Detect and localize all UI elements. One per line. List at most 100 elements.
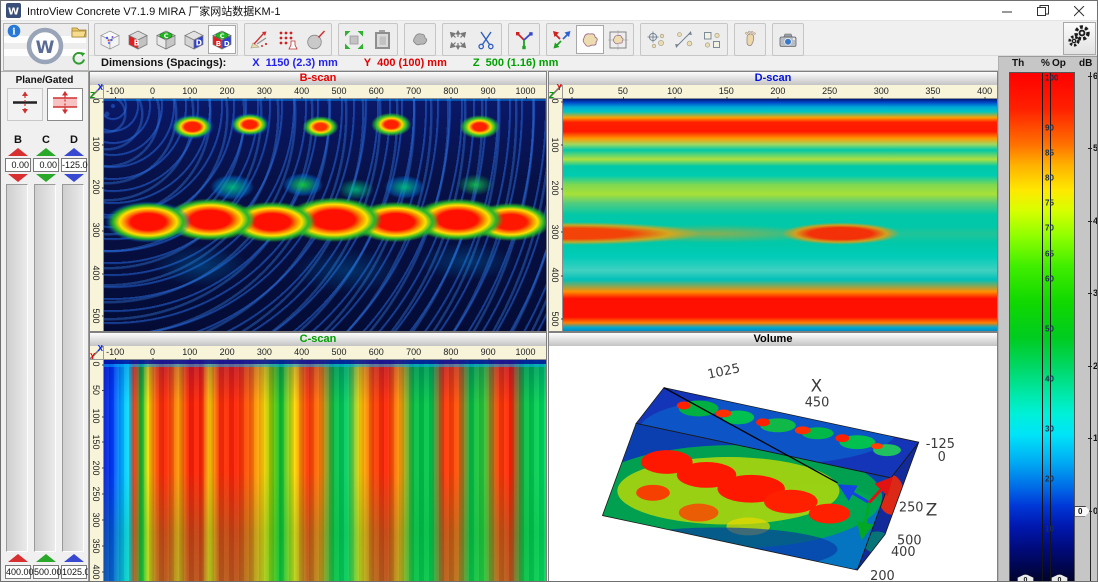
defect-frame-button[interactable] [604, 25, 632, 54]
plane-mode-icon [10, 89, 40, 121]
db-slider[interactable]: 0 [1074, 506, 1090, 517]
column-label: B [5, 134, 31, 146]
d-up-button[interactable] [64, 148, 84, 156]
axis-tick: 0 [91, 362, 101, 367]
view-volume-button[interactable] [96, 25, 124, 54]
axis-tick: 400 [91, 564, 101, 579]
plane-mode-button[interactable] [7, 88, 43, 121]
corner-h-axis-label: X [98, 83, 103, 92]
b-scan-axis-corner: XZ [90, 85, 104, 99]
toolbar-groups: BCDCBD [94, 23, 804, 56]
b-value-field[interactable]: 0.00 [5, 158, 31, 172]
d-slider-track[interactable] [62, 184, 84, 552]
b-max-up-button[interactable] [8, 554, 28, 562]
b-slider-track[interactable] [6, 184, 28, 552]
volume-3d-view[interactable]: 1025 X 450 -125 0 250 Z 500 400 200 [549, 346, 997, 582]
open-file-button[interactable] [70, 25, 87, 42]
axis-tick: 250 [91, 486, 101, 501]
direction-arrows-button[interactable] [548, 25, 576, 54]
volume-panel: Volume [548, 332, 998, 582]
target-shapes-icon [645, 29, 667, 51]
palette-arrows-icon [249, 29, 271, 51]
frame-icon [371, 29, 393, 51]
axis-tick: 100 [182, 86, 197, 96]
defect-shape-button[interactable] [576, 25, 604, 54]
palette-arrows-button[interactable] [246, 25, 274, 54]
axis-tick: 200 [220, 347, 235, 357]
align-squares-button[interactable] [698, 25, 726, 54]
cut-button[interactable] [472, 25, 500, 54]
axis-tick: 900 [481, 86, 496, 96]
logo-panel: W i [3, 23, 89, 71]
maximize-button[interactable] [1025, 1, 1061, 21]
pan-button[interactable] [444, 25, 472, 54]
db-scale: 6543210 0 [1075, 72, 1098, 582]
x-dimension: X1150 (2.3) mm [252, 57, 338, 69]
c-up-button[interactable] [36, 148, 56, 156]
axis-tick: 300 [257, 86, 272, 96]
slider-column-b: B 0.00 400.00 [5, 124, 31, 582]
scale-divider [1042, 73, 1043, 582]
c-scan-heatmap[interactable] [104, 360, 546, 582]
b-max-value-field[interactable]: 400.00 [5, 565, 31, 579]
view-c-scan-button[interactable]: C [152, 25, 180, 54]
svg-text:B: B [216, 39, 221, 47]
settings-button[interactable] [1063, 22, 1096, 55]
sphere-probe-button[interactable] [302, 25, 330, 54]
toolbar-group [508, 23, 540, 56]
c-max-value-field[interactable]: 500.00 [33, 565, 59, 579]
axis-tick: 0 [569, 86, 574, 96]
cube-bcd-icon: CBD [211, 29, 233, 51]
d-max-up-button[interactable] [64, 554, 84, 562]
d-down-button[interactable] [64, 174, 84, 182]
footprint-button[interactable] [736, 25, 764, 54]
shape-tool-button[interactable] [406, 25, 434, 54]
axis-tick: 50 [91, 385, 101, 395]
frame-view-button[interactable] [368, 25, 396, 54]
gated-mode-icon [50, 89, 80, 121]
align-vector-button[interactable] [670, 25, 698, 54]
dot-matrix-button[interactable] [274, 25, 302, 54]
view-d-scan-button[interactable]: D [180, 25, 208, 54]
b-scan-heatmap[interactable] [104, 99, 546, 331]
move-arrows-icon [447, 29, 469, 51]
toolbar-group [772, 23, 804, 56]
c-max-up-button[interactable] [36, 554, 56, 562]
align-points-button[interactable] [642, 25, 670, 54]
gated-mode-button[interactable] [47, 88, 83, 121]
info-button[interactable]: i [5, 25, 22, 42]
fit-to-window-button[interactable] [340, 25, 368, 54]
axis-tick: -100 [106, 347, 124, 357]
view-all-scans-button[interactable]: CBD [208, 25, 236, 54]
snapshot-button[interactable] [774, 25, 802, 54]
d-value-field[interactable]: -125.00 [61, 158, 87, 172]
percent-tick: 30 [1045, 425, 1054, 434]
axis-tick: 0 [150, 347, 155, 357]
cube-b-icon: B [127, 29, 149, 51]
minimize-button[interactable] [989, 1, 1025, 21]
cube-wire-icon [99, 29, 121, 51]
color-scale[interactable]: 100908580757065605040302010 [1009, 72, 1075, 582]
d-scan-panel: D-scan YZ 050100150200250300350400 01002… [548, 71, 998, 332]
axis-tick: 0 [550, 99, 560, 104]
b-down-button[interactable] [8, 174, 28, 182]
close-button[interactable] [1061, 1, 1097, 21]
b-scan-v-ruler: 0100200300400500 [90, 99, 104, 331]
refresh-icon [71, 51, 86, 71]
d-scan-heatmap[interactable] [563, 99, 997, 331]
view-b-scan-button[interactable]: B [124, 25, 152, 54]
cube-d-icon: D [183, 29, 205, 51]
axis-tick: 50 [618, 86, 628, 96]
d-max-value-field[interactable]: 1025.00 [61, 565, 87, 579]
b-up-button[interactable] [8, 148, 28, 156]
reload-button[interactable] [70, 52, 87, 69]
c-value-field[interactable]: 0.00 [33, 158, 59, 172]
d-scan-title: D-scan [549, 72, 997, 86]
c-slider-track[interactable] [34, 184, 56, 552]
volume-label-x-max: 1025 [706, 361, 741, 382]
axis-tick: 400 [294, 347, 309, 357]
c-down-button[interactable] [36, 174, 56, 182]
axis-tool-button[interactable] [510, 25, 538, 54]
axis-tick: 300 [874, 86, 889, 96]
plane-gated-title: Plane/Gated [1, 75, 88, 86]
